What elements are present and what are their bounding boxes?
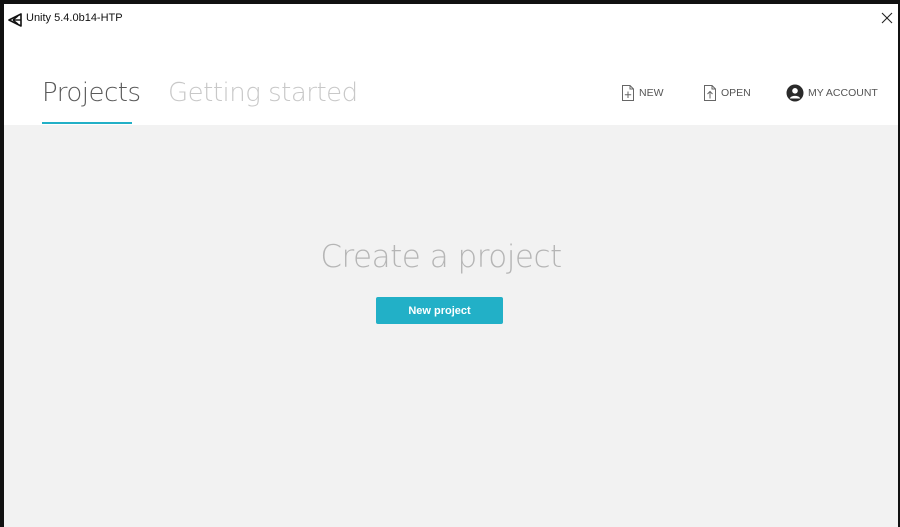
my-account-button[interactable]: MY ACCOUNT	[786, 84, 878, 102]
new-button[interactable]: NEW	[621, 84, 664, 102]
tab-getting-started[interactable]: Getting started	[168, 78, 358, 108]
header: Projects Getting started NEW OPEN MY ACC…	[4, 40, 898, 125]
new-project-button[interactable]: New project	[376, 297, 503, 324]
unity-logo-icon	[8, 13, 22, 27]
open-label: OPEN	[721, 87, 751, 99]
active-tab-indicator	[42, 122, 132, 124]
close-icon[interactable]	[878, 9, 896, 27]
create-project-heading: Create a project	[320, 239, 562, 275]
account-icon	[786, 84, 804, 102]
title-bar: Unity 5.4.0b14-HTP	[4, 4, 898, 40]
open-file-icon	[704, 85, 716, 101]
window-title: Unity 5.4.0b14-HTP	[26, 12, 123, 24]
new-file-icon	[622, 85, 634, 101]
tab-projects[interactable]: Projects	[42, 78, 141, 108]
new-label: NEW	[639, 87, 664, 99]
my-account-label: MY ACCOUNT	[808, 87, 878, 99]
open-button[interactable]: OPEN	[703, 84, 751, 102]
launcher-window: Unity 5.4.0b14-HTP Projects Getting star…	[0, 0, 900, 527]
projects-panel: Create a project New project	[4, 125, 898, 527]
